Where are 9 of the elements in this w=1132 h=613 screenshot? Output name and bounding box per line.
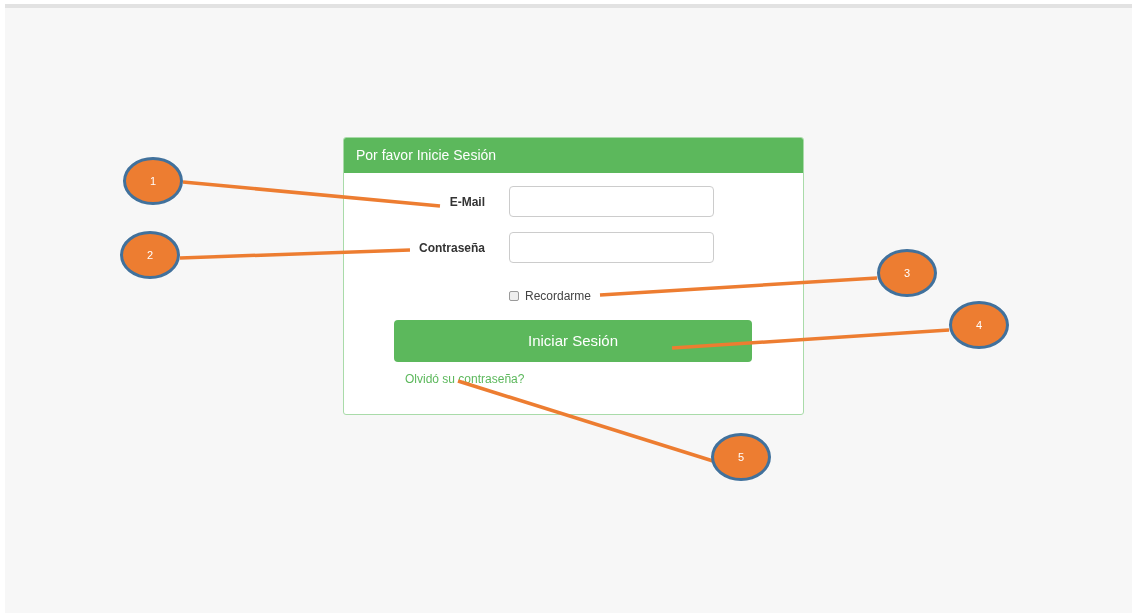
- panel-title: Por favor Inicie Sesión: [356, 146, 497, 165]
- login-button[interactable]: Iniciar Sesión: [394, 320, 752, 362]
- field-label: Contraseña: [417, 239, 485, 257]
- forgot-password-link[interactable]: Olvidó su contraseña?: [405, 370, 525, 388]
- input-field[interactable]: [509, 232, 714, 263]
- remember-checkbox[interactable]: [509, 291, 519, 301]
- field-label: E-Mail: [448, 193, 485, 211]
- input-field[interactable]: [509, 186, 714, 217]
- remember-label: Recordarme: [525, 288, 592, 305]
